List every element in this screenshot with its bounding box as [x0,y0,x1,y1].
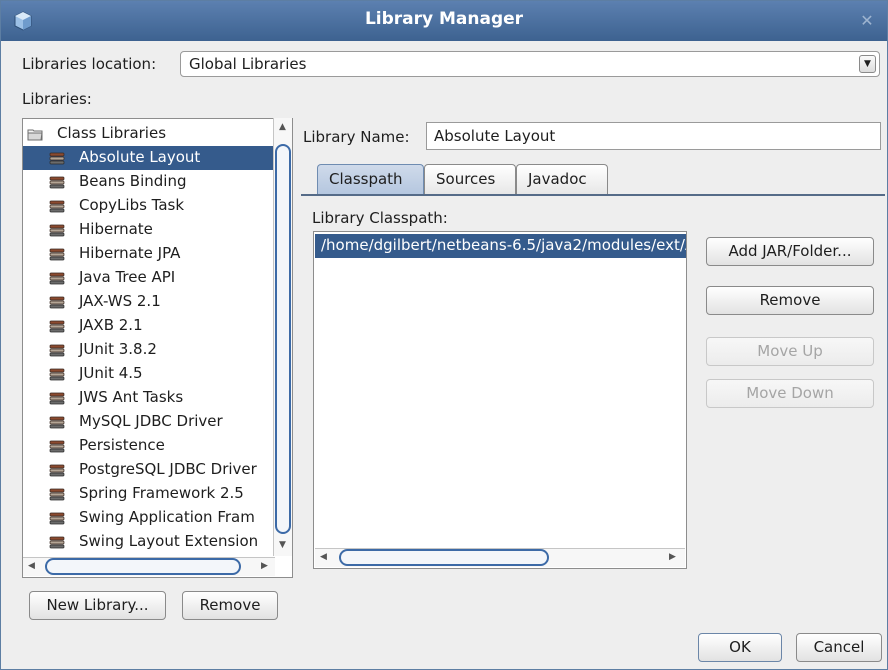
libraries-location-combo[interactable]: Global Libraries ▼ [180,51,880,77]
library-books-icon [49,151,66,165]
tree-item-label: JAX-WS 2.1 [79,292,161,310]
library-books-icon [49,511,66,525]
library-books-icon [49,247,66,261]
scroll-left-arrow-icon[interactable]: ◀ [28,561,35,571]
tree-item-label: Swing Layout Extension [79,532,259,550]
classpath-horizontal-scrollbar[interactable]: ◀ ▶ [315,548,685,567]
tree-root-label: Class Libraries [57,124,167,142]
library-books-icon [49,463,66,477]
tree-item[interactable]: MySQL JDBC Driver [23,410,273,434]
tree-vertical-scroll-thumb[interactable] [275,144,291,534]
cancel-button[interactable]: Cancel [796,633,882,662]
libraries-location-label: Libraries location: [22,55,157,73]
tree-item[interactable]: JAXB 2.1 [23,314,273,338]
tab-strip-divider [301,194,885,196]
tree-item-label: Absolute Layout [79,148,201,166]
move-up-button[interactable]: Move Up [706,337,874,366]
remove-classpath-button[interactable]: Remove [706,286,874,315]
tree-item-label: Hibernate [79,220,153,238]
scroll-right-arrow-icon[interactable]: ▶ [261,561,268,571]
classpath-list[interactable]: /home/dgilbert/netbeans-6.5/java2/module… [313,231,687,569]
tree-item[interactable]: Swing Layout Extension [23,530,273,554]
tree-item-label: JUnit 4.5 [79,364,143,382]
tree-item[interactable]: JUnit 4.5 [23,362,273,386]
scroll-down-arrow-icon[interactable]: ▼ [279,540,286,550]
scroll-up-arrow-icon[interactable]: ▲ [279,122,286,132]
library-name-value: Absolute Layout [434,127,556,145]
tree-item[interactable]: Persistence [23,434,273,458]
move-down-button[interactable]: Move Down [706,379,874,408]
tree-horizontal-scroll-thumb[interactable] [45,558,241,575]
tree-vertical-scrollbar[interactable]: ▲ ▼ [273,118,292,556]
tree-item-label: CopyLibs Task [79,196,185,214]
library-books-icon [49,535,66,549]
tree-item-label: Beans Binding [79,172,187,190]
tree-item[interactable]: Hibernate JPA [23,242,273,266]
library-name-label: Library Name: [303,128,410,146]
tree-item-label: MySQL JDBC Driver [79,412,223,430]
library-classpath-label: Library Classpath: [312,209,448,227]
scroll-right-arrow-icon[interactable]: ▶ [669,552,676,562]
library-books-icon [49,343,66,357]
libraries-tree[interactable]: Class Libraries Absolute Layout Beans Bind… [22,118,293,578]
remove-library-button[interactable]: Remove [182,591,278,620]
tree-item[interactable]: PostgreSQL JDBC Driver [23,458,273,482]
library-books-icon [49,175,66,189]
new-library-button[interactable]: New Library... [29,591,166,620]
add-jar-folder-button[interactable]: Add JAR/Folder... [706,237,874,266]
library-books-icon [49,439,66,453]
tree-item[interactable]: JAX-WS 2.1 [23,290,273,314]
library-books-icon [49,295,66,309]
tree-item[interactable]: Absolute Layout [23,146,273,170]
tree-item-label: Hibernate JPA [79,244,181,262]
window-title: Library Manager [364,9,524,29]
libraries-label: Libraries: [22,90,92,108]
folder-open-icon [27,127,44,141]
library-books-icon [49,319,66,333]
libraries-location-value: Global Libraries [189,55,307,73]
library-books-icon [49,415,66,429]
library-books-icon [49,487,66,501]
tree-item[interactable]: Java Tree API [23,266,273,290]
library-books-icon [49,271,66,285]
tree-item-label: PostgreSQL JDBC Driver [79,460,257,478]
library-manager-dialog: Library Manager ✕ Libraries location: Gl… [0,0,888,670]
tree-root-class-libraries[interactable]: Class Libraries [23,122,273,146]
tree-item[interactable]: Hibernate [23,218,273,242]
library-books-icon [49,367,66,381]
ok-button[interactable]: OK [698,633,782,662]
library-books-icon [49,391,66,405]
tree-item-label: Persistence [79,436,165,454]
title-bar[interactable]: Library Manager ✕ [1,1,887,41]
tree-item-label: Swing Application Fram [79,508,255,526]
tab-classpath[interactable]: Classpath [317,164,424,195]
tree-item-label: JUnit 3.8.2 [79,340,157,358]
library-books-icon [49,223,66,237]
tab-sources[interactable]: Sources [424,164,516,195]
tree-item-label: Spring Framework 2.5 [79,484,244,502]
tree-item[interactable]: Beans Binding [23,170,273,194]
tree-horizontal-scrollbar[interactable]: ◀ ▶ [23,557,275,576]
scroll-left-arrow-icon[interactable]: ◀ [320,552,327,562]
tree-item[interactable]: CopyLibs Task [23,194,273,218]
classpath-horizontal-scroll-thumb[interactable] [339,549,549,566]
tree-item[interactable]: Swing Application Fram [23,506,273,530]
tree-item-label: JAXB 2.1 [79,316,143,334]
tree-item[interactable]: JUnit 3.8.2 [23,338,273,362]
tree-item[interactable]: JWS Ant Tasks [23,386,273,410]
library-name-field[interactable]: Absolute Layout [426,122,881,150]
tree-item-label: Java Tree API [79,268,176,286]
chevron-down-icon[interactable]: ▼ [859,55,876,73]
library-books-icon [49,199,66,213]
tree-item[interactable]: Spring Framework 2.5 [23,482,273,506]
tree-item-label: JWS Ant Tasks [79,388,184,406]
classpath-entry[interactable]: /home/dgilbert/netbeans-6.5/java2/module… [315,234,686,258]
tab-javadoc[interactable]: Javadoc [516,164,608,195]
close-icon[interactable]: ✕ [857,11,877,31]
